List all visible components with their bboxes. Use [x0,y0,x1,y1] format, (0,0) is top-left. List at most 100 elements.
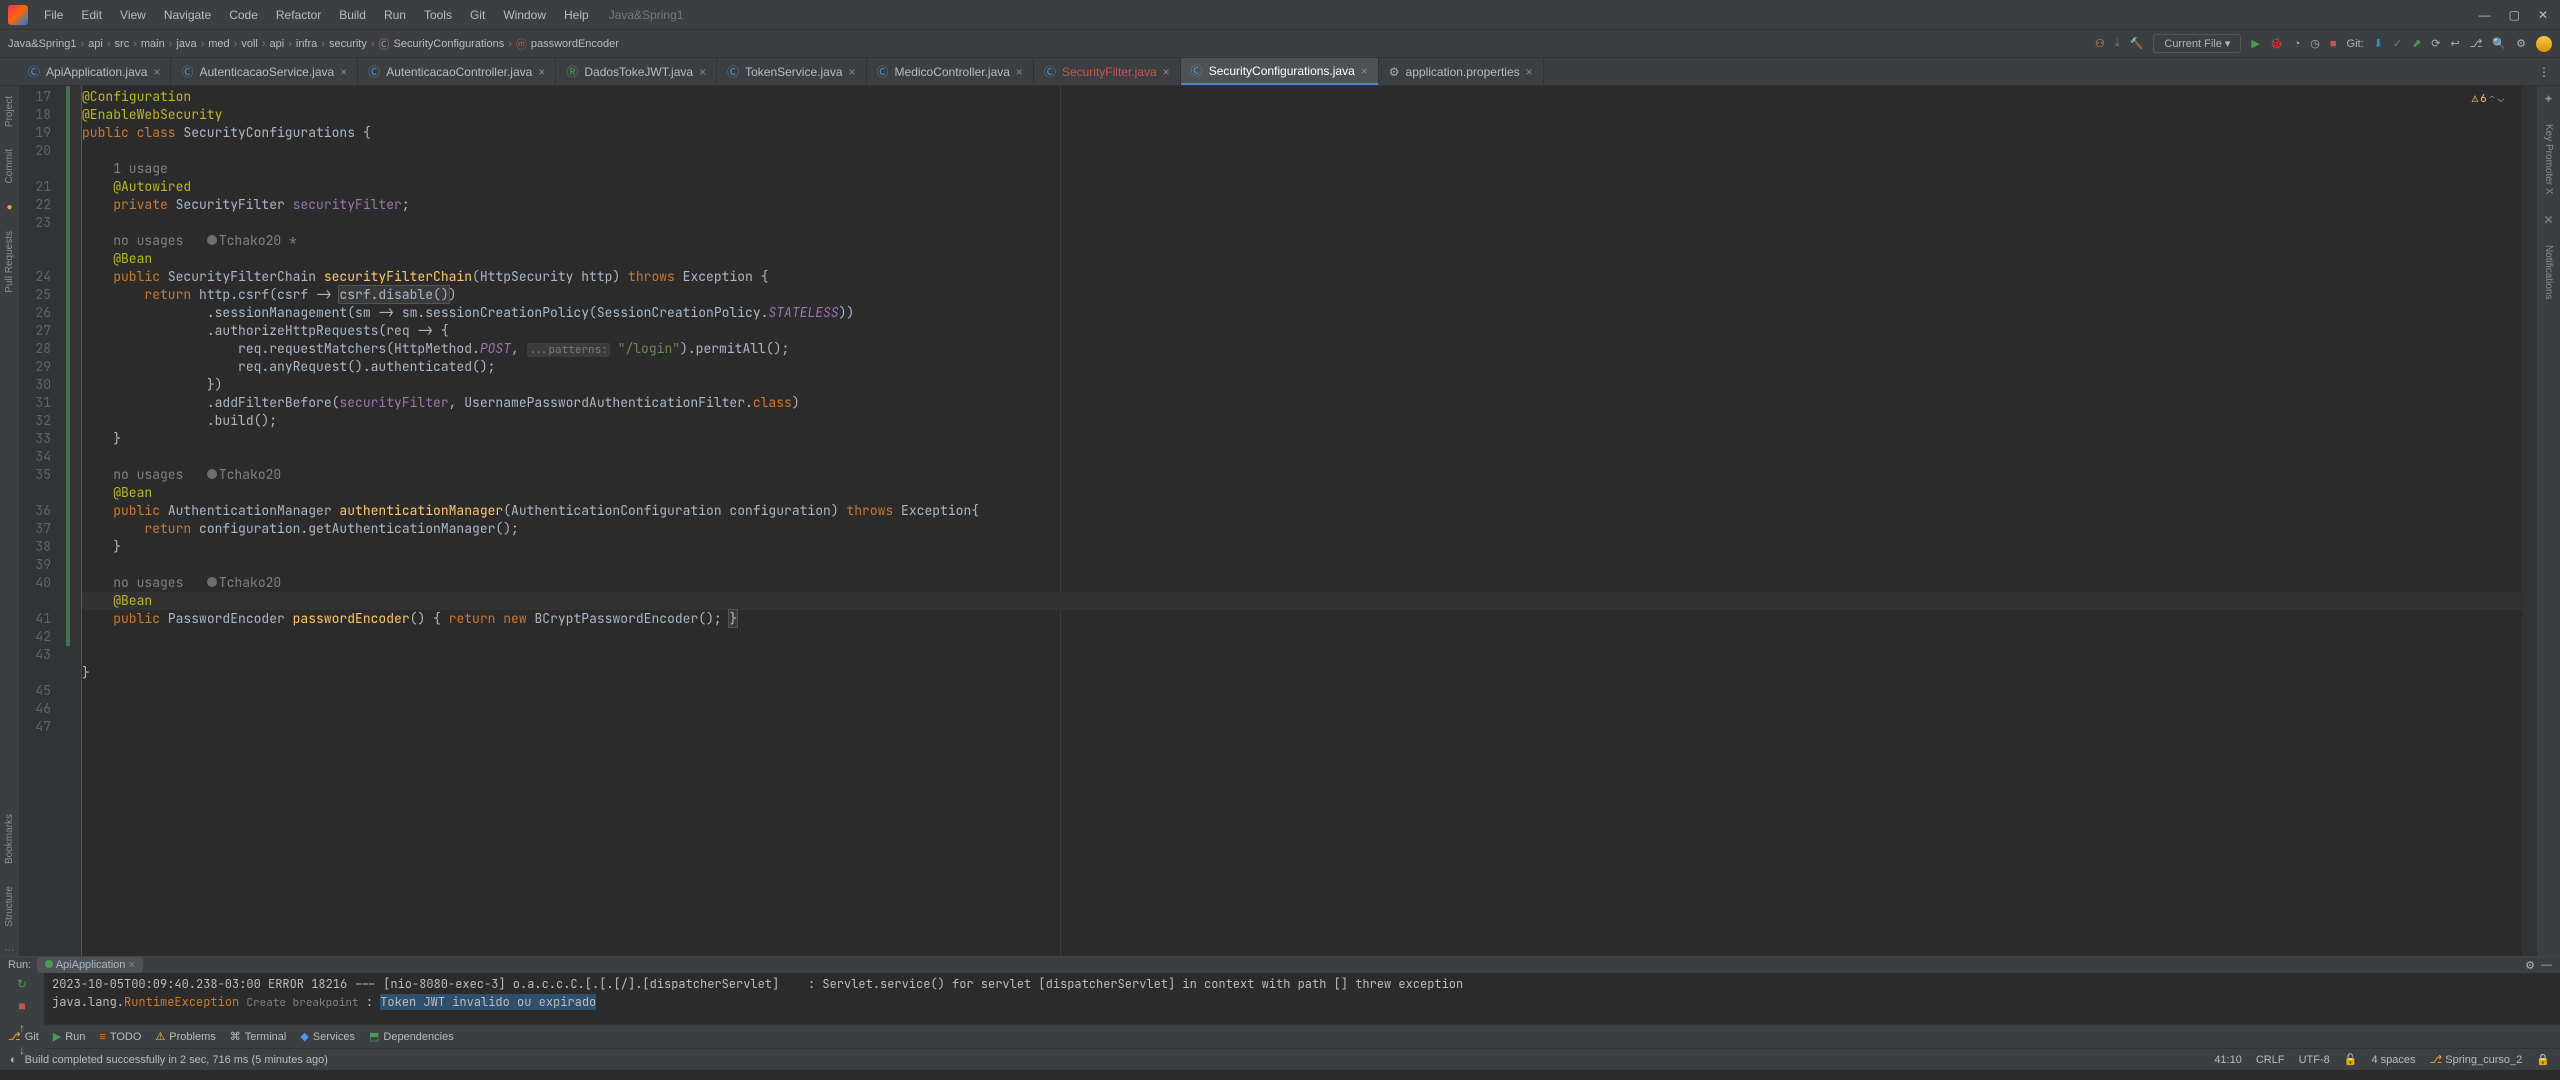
code-area[interactable]: @Configuration @EnableWebSecurity public… [82,86,2522,956]
close-icon[interactable]: × [849,65,856,79]
bc-5[interactable]: med [208,38,229,50]
bc-11[interactable]: passwordEncoder [531,38,619,50]
breadcrumb[interactable]: Java&Spring1› api› src› main› java› med›… [8,36,619,52]
tool-todo[interactable]: ≡TODO [99,1031,141,1043]
coverage-icon[interactable]: ◔ [2294,38,2301,50]
bc-8[interactable]: infra [296,38,317,50]
status-line-sep[interactable]: CRLF [2256,1054,2285,1066]
close-icon[interactable]: × [340,65,347,79]
status-indent[interactable]: 4 spaces [2371,1054,2415,1066]
fold-gutter[interactable] [70,86,82,956]
tool-key-promoter[interactable]: Key Promoter X [2543,120,2554,199]
tool-run[interactable]: ▶Run [53,1030,86,1043]
menu-code[interactable]: Code [221,4,266,26]
git-update-icon[interactable]: ⬇ [2374,37,2383,50]
rerun-icon[interactable]: ↻ [17,977,27,991]
tool-structure[interactable]: Structure [4,882,15,931]
tool-pull-requests[interactable]: Pull Requests [4,227,15,297]
close-icon[interactable]: × [153,65,160,79]
git-rollback-icon[interactable]: ↩ [2451,37,2460,50]
codewithme-icon[interactable]: ⚇ [2095,37,2105,50]
close-icon[interactable]: × [1526,65,1533,79]
close-icon[interactable]: × [128,959,134,971]
tab-tokenservice[interactable]: ⒸTokenService.java× [717,58,866,85]
analysis-strip[interactable] [2522,86,2536,956]
git-commit-icon[interactable]: ✓ [2393,37,2402,50]
maximize-icon[interactable]: ▢ [2509,8,2520,22]
close-icon[interactable]: × [1016,65,1023,79]
debug-icon[interactable]: 🐞 [2270,37,2284,50]
build-icon[interactable]: ⤓ [2115,37,2120,50]
profile-icon[interactable]: ◷ [2310,37,2320,50]
status-bg-tasks-icon[interactable]: ◐ [10,1054,17,1066]
inspection-summary[interactable]: ⚠6 ⌃ ⌄ [2472,92,2504,106]
git-history-icon[interactable]: ⟳ [2431,37,2440,50]
ai-icon[interactable]: ✦ [2543,92,2553,106]
stop-icon[interactable]: ■ [18,999,25,1013]
menu-edit[interactable]: Edit [73,4,110,26]
tabs-more-icon[interactable]: ⋮ [2528,58,2560,85]
bc-1[interactable]: api [88,38,103,50]
tool-services[interactable]: ◆Services [300,1030,355,1043]
close-icon[interactable]: × [699,65,706,79]
editor[interactable]: 1718192021222324252627282930313233343536… [20,86,2536,956]
tool-project[interactable]: Project [4,92,15,131]
bc-4[interactable]: java [176,38,196,50]
bc-9[interactable]: security [329,38,367,50]
run-log[interactable]: 2023-10-05T00:09:40.238-03:00 ERROR 1821… [44,973,2560,1057]
status-branch[interactable]: ⎇ Spring_curso_2 [2429,1053,2522,1066]
git-branches-icon[interactable]: ⎇ [2470,37,2483,50]
run-config-selector[interactable]: Current File ▾ [2153,34,2241,53]
avatar-icon[interactable] [2536,36,2552,52]
close-icon[interactable]: × [1361,64,1368,78]
menu-build[interactable]: Build [331,4,374,26]
tab-securityfilter[interactable]: ⒸSecurityFilter.java× [1034,58,1181,85]
settings-icon[interactable]: ⚙ [2516,37,2526,50]
tool-terminal[interactable]: ⌘Terminal [230,1030,287,1043]
log-line-exception[interactable]: java.lang.RuntimeException Create breakp… [52,993,2552,1011]
stop-icon[interactable]: ■ [2330,38,2337,50]
status-padlock-icon[interactable]: 🔒 [2536,1053,2550,1066]
menu-file[interactable]: File [36,4,71,26]
tab-application-properties[interactable]: ⚙application.properties× [1379,58,1544,85]
status-encoding[interactable]: UTF-8 [2299,1054,2330,1066]
tool-notifications[interactable]: Notifications [2543,241,2554,303]
tool-bookmarks[interactable]: Bookmarks [4,810,15,868]
tab-autenticacaocontroller[interactable]: ⒸAutenticacaoController.java× [358,58,556,85]
tool-dependencies[interactable]: ⬒Dependencies [369,1030,454,1043]
tool-git[interactable]: ⎇Git [8,1030,39,1043]
bc-2[interactable]: src [115,38,130,50]
menu-view[interactable]: View [112,4,154,26]
tool-problems[interactable]: ⚠Problems [155,1030,215,1043]
tab-securityconfigurations[interactable]: ⒸSecurityConfigurations.java× [1181,58,1379,85]
menu-help[interactable]: Help [556,4,597,26]
bc-7[interactable]: api [270,38,285,50]
menu-window[interactable]: Window [495,4,554,26]
bc-3[interactable]: main [141,38,165,50]
hammer-icon[interactable]: 🔨 [2130,37,2144,50]
menu-tools[interactable]: Tools [416,4,460,26]
tab-medicocontroller[interactable]: ⒸMedicoController.java× [867,58,1034,85]
tool-commit[interactable]: Commit [4,145,15,187]
run-icon[interactable]: ▶ [2251,37,2259,50]
status-readonly-icon[interactable]: 🔓 [2344,1053,2358,1066]
tab-dadostokejwt[interactable]: ⓇDadosTokeJWT.java× [556,58,717,85]
line-number-gutter[interactable]: 1718192021222324252627282930313233343536… [20,86,66,956]
minimize-icon[interactable]: — [2479,8,2491,22]
status-caret-pos[interactable]: 41:10 [2214,1054,2242,1066]
close-icon[interactable]: ✕ [2538,8,2548,22]
search-icon[interactable]: 🔍 [2492,37,2506,50]
bc-10[interactable]: SecurityConfigurations [394,38,505,50]
run-hide-icon[interactable]: — [2541,959,2552,971]
bc-6[interactable]: voll [241,38,258,50]
tab-apiapplication[interactable]: ⒸApiApplication.java× [18,58,171,85]
menu-run[interactable]: Run [376,4,414,26]
git-push-icon[interactable]: ⬈ [2412,37,2421,50]
menu-navigate[interactable]: Navigate [156,4,219,26]
run-settings-icon[interactable]: ⚙ [2525,959,2535,972]
close-icon[interactable]: × [538,65,545,79]
tab-autenticacaoservice[interactable]: ⒸAutenticacaoService.java× [171,58,358,85]
close-icon[interactable]: × [1163,65,1170,79]
menu-refactor[interactable]: Refactor [268,4,329,26]
run-tab[interactable]: ApiApplication × [37,957,143,973]
